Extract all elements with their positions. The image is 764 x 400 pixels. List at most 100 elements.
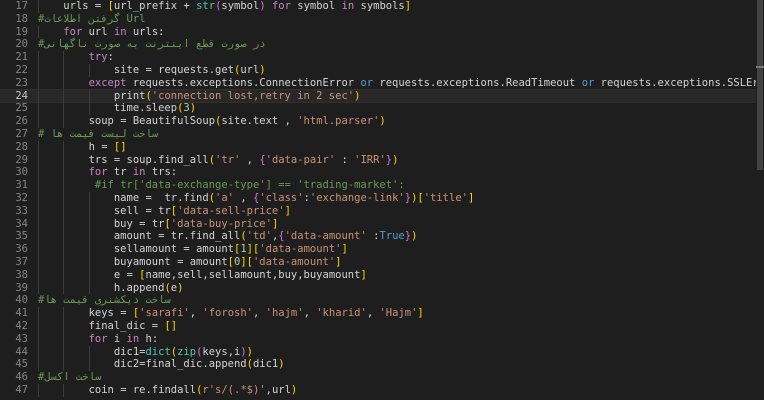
code-token: :: [151, 332, 159, 345]
line-number: 24: [15, 89, 28, 102]
code-line[interactable]: 18 #گرفتن اطلاعات Url: [0, 13, 756, 26]
line-number: 37: [15, 255, 28, 268]
code-line[interactable]: 36 sellamount = amount[1]['data-amount']: [0, 243, 756, 256]
code-text: dic1=dict(zip(keys,i)): [38, 346, 253, 359]
code-text: # ساخت لیست قیمت ها: [38, 128, 158, 141]
code-token: symbol: [297, 0, 342, 12]
code-line[interactable]: 44 dic1=dict(zip(keys,i)): [0, 345, 756, 359]
code-token: 'data-pair': [265, 153, 342, 166]
code-token: dic2: [113, 358, 140, 371]
code-token: =: [145, 191, 165, 204]
code-text: amount = tr.find_all('td',{'data-amount'…: [38, 230, 418, 243]
code-token: ): [290, 383, 298, 396]
line-number: 20: [15, 38, 28, 51]
code-editor[interactable]: 17 urls = [url_prefix + str(symbol) for …: [0, 0, 764, 400]
code-token: for: [265, 0, 298, 12]
code-line[interactable]: 22 site = requests.get(url): [0, 63, 756, 77]
code-line[interactable]: 41 keys = ['sarafi', 'forosh', 'hajm', '…: [0, 307, 756, 320]
code-token: 'tr': [215, 153, 247, 166]
line-number: 22: [15, 63, 28, 76]
code-token: for: [63, 25, 89, 38]
code-line[interactable]: 43 for i in h:: [0, 332, 756, 346]
code-token: trs: [88, 153, 114, 166]
code-line[interactable]: 40 #ساخت دیکشنری قیمت ها: [0, 294, 756, 307]
code-token: or: [360, 76, 380, 89]
code-token: 'forosh': [202, 307, 253, 320]
code-text: sellamount = amount[1]['data-amount']: [38, 243, 348, 256]
code-line[interactable]: 38 e = [name,sell,sellamount,buy,buyamou…: [0, 268, 756, 282]
code-line[interactable]: 26 soup = BeautifulSoup(site.text , 'htm…: [0, 115, 756, 128]
line-number: 40: [15, 294, 28, 307]
code-token: =: [139, 217, 152, 230]
code-token: #در صورت قطع اینترنت به صورت ناگهانی: [38, 38, 266, 51]
code-token: =: [94, 0, 108, 12]
code-line[interactable]: 19 for url in urls:: [0, 25, 756, 39]
code-token: +: [183, 0, 197, 12]
code-token: zip: [177, 345, 197, 358]
code-line[interactable]: 47 coin = re.findall(r's/(.*$)',url): [0, 383, 756, 397]
code-token: tr: [151, 217, 165, 230]
code-token: 'data-amount': [252, 255, 336, 268]
code-token: ): [411, 230, 418, 243]
code-token: 'data-sell-price': [177, 204, 285, 217]
code-line[interactable]: 29 trs = soup.find_all('tr' , {'data-pai…: [0, 153, 756, 167]
code-text: for i in h:: [38, 332, 159, 346]
scrollbar-cursor-marker: [756, 66, 764, 68]
code-token: print: [113, 89, 146, 102]
code-line[interactable]: 21 try:: [0, 51, 756, 64]
code-token: url_prefix: [113, 0, 184, 12]
line-number: 23: [15, 76, 28, 89]
line-number: 41: [15, 307, 28, 320]
code-line[interactable]: 31 #if tr['data-exchange-type'] == 'trad…: [0, 179, 756, 192]
code-line[interactable]: 42 final_dic = []: [0, 319, 756, 333]
code-line[interactable]: 33 sell = tr['data-sell-price']: [0, 204, 756, 218]
code-line[interactable]: 27 # ساخت لیست قیمت ها: [0, 128, 756, 141]
code-token: name,sell,sellamount,buy,buyamount: [145, 268, 361, 281]
code-line[interactable]: 45 dic2=final_dic.append(dic1): [0, 358, 756, 372]
line-number: 19: [15, 25, 28, 38]
code-line[interactable]: 23 except requests.exceptions.Connection…: [0, 76, 764, 90]
code-line[interactable]: 46 #ساخت اکسل: [0, 371, 756, 384]
code-text: try:: [38, 51, 114, 64]
code-token: h.append: [113, 281, 165, 294]
code-token: amount: [113, 230, 159, 243]
code-line[interactable]: 30 for tr in trs:: [0, 166, 756, 180]
code-token: 'td': [246, 230, 272, 243]
code-line[interactable]: 34 buy = tr['data-buy-price']: [0, 217, 756, 231]
line-number: 38: [15, 268, 28, 281]
code-line[interactable]: 25 time.sleep(3): [0, 102, 756, 116]
code-line[interactable]: 20 #در صورت قطع اینترنت به صورت ناگهانی: [0, 38, 756, 51]
code-line[interactable]: 39 h.append(e): [0, 281, 756, 295]
code-line[interactable]: 37 buyamount = amount[0]['data-amount']: [0, 255, 756, 269]
code-line[interactable]: 32 name = tr.find('a' , {'class':'exchan…: [0, 191, 756, 205]
code-token: ): [354, 89, 361, 102]
code-token: 'connection lost,retry in 2 sec': [151, 89, 355, 102]
code-token: url: [88, 25, 114, 38]
code-token: soup: [88, 115, 121, 128]
code-token: dict: [145, 345, 171, 358]
code-token: =: [145, 63, 159, 76]
line-number: 28: [15, 140, 28, 153]
line-number: 31: [15, 179, 28, 192]
vertical-scrollbar[interactable]: [756, 0, 764, 400]
code-line[interactable]: 17 urls = [url_prefix + str(symbol) for …: [0, 0, 756, 13]
code-token: ,: [189, 307, 203, 320]
code-line[interactable]: 24 print('connection lost,retry in 2 sec…: [0, 88, 757, 104]
line-number: 33: [15, 204, 28, 217]
code-token: dic1: [113, 345, 140, 358]
scrollbar-thumb[interactable]: [757, 0, 763, 170]
code-token: coin: [88, 383, 121, 396]
line-number: 45: [15, 358, 28, 371]
line-number: 25: [15, 102, 28, 115]
code-token: tr: [158, 204, 171, 217]
code-token: buy: [113, 217, 140, 230]
code-token: =: [120, 307, 133, 320]
code-line[interactable]: 28 h = []: [0, 140, 756, 154]
code-text: trs = soup.find_all('tr' , {'data-pair' …: [38, 153, 399, 167]
code-text: soup = BeautifulSoup(site.text , 'html.p…: [38, 115, 386, 128]
code-token: =: [177, 255, 190, 268]
code-line[interactable]: 35 amount = tr.find_all('td',{'data-amou…: [0, 230, 756, 244]
line-number: 27: [15, 127, 28, 140]
code-token: urls: [132, 25, 159, 38]
code-token: in: [126, 332, 146, 345]
